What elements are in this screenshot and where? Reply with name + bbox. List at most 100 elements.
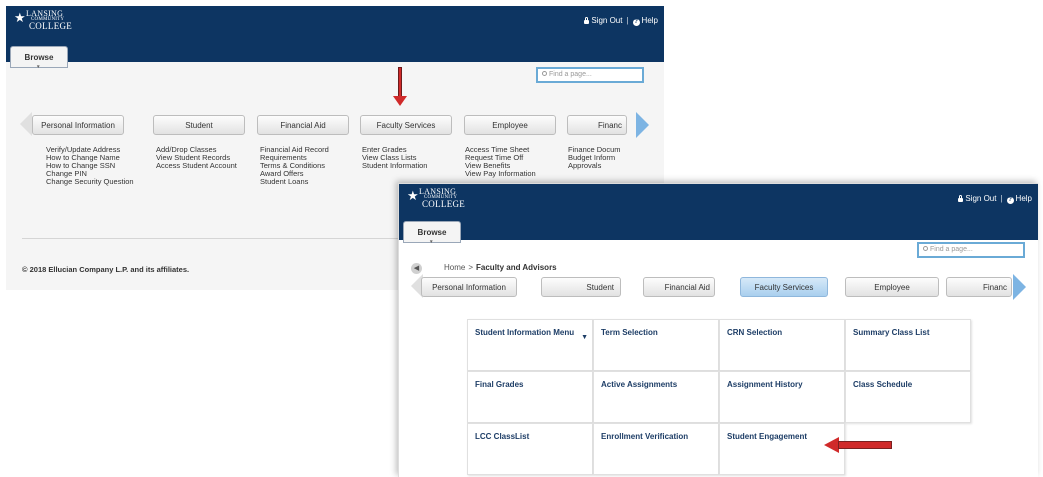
breadcrumb-current: Faculty and Advisors	[476, 263, 557, 272]
annotation-left-arrow-icon	[824, 437, 894, 453]
tab-label: Personal Information	[432, 283, 506, 292]
dropdown-caret-icon: ▼	[581, 334, 588, 341]
personal-information-links: Verify/Update Address How to Change Name…	[46, 146, 146, 186]
menu-item-label: Enrollment Verification	[601, 432, 689, 441]
link-view-class-lists[interactable]: View Class Lists	[362, 154, 462, 162]
search-icon	[923, 246, 928, 251]
tab-label: Faculty Services	[754, 283, 814, 292]
link-financial-aid-record[interactable]: Financial Aid Record	[260, 146, 360, 154]
tab-personal-information[interactable]: Personal Information	[32, 115, 124, 135]
copyright-text: © 2018 Ellucian Company L.P. and its aff…	[22, 265, 190, 274]
scroll-left-arrow-icon[interactable]	[20, 112, 32, 136]
tab-label: Employee	[492, 121, 528, 130]
menu-term-selection[interactable]: Term Selection	[593, 319, 719, 371]
employee-links: Access Time Sheet Request Time Off View …	[465, 146, 565, 178]
tab-personal-information[interactable]: Personal Information	[421, 277, 517, 297]
search-icon	[542, 71, 547, 76]
link-add-drop-classes[interactable]: Add/Drop Classes	[156, 146, 256, 154]
menu-active-assignments[interactable]: Active Assignments	[593, 371, 719, 423]
breadcrumb-home[interactable]: Home	[444, 263, 465, 272]
header-separator: |	[626, 16, 629, 26]
tab-financial-aid[interactable]: Financial Aid	[257, 115, 349, 135]
link-student-loans[interactable]: Student Loans	[260, 178, 360, 186]
tab-label: Financ	[982, 283, 1007, 292]
logo-line3: COLLEGE	[29, 21, 73, 31]
faculty-services-screenshot: ★ LANSING COMMUNITY COLLEGE Sign Out | ?…	[398, 183, 1038, 477]
find-page-input[interactable]: Find a page...	[917, 242, 1025, 258]
link-award-offers[interactable]: Award Offers	[260, 170, 360, 178]
help-label: Help	[641, 16, 658, 25]
scroll-right-arrow-icon[interactable]	[1013, 274, 1026, 300]
help-label: Help	[1015, 194, 1032, 203]
menu-final-grades[interactable]: Final Grades	[467, 371, 593, 423]
menu-item-label: LCC ClassList	[475, 432, 530, 441]
find-page-placeholder: Find a page...	[549, 71, 592, 78]
tab-label: Personal Information	[41, 121, 115, 130]
arrow-head	[393, 96, 407, 106]
browse-tab-label: Browse	[24, 53, 54, 62]
link-change-security-question[interactable]: Change Security Question	[46, 178, 146, 186]
menu-student-information-menu[interactable]: Student Information Menu ▼	[467, 319, 593, 371]
sign-out-link[interactable]: Sign Out	[958, 194, 996, 203]
tab-student[interactable]: Student	[153, 115, 245, 135]
header-links: Sign Out | ? Help	[584, 16, 658, 26]
financial-aid-links: Financial Aid Record Requirements Terms …	[260, 146, 360, 186]
find-page-input[interactable]: Find a page...	[536, 67, 644, 83]
tab-finance[interactable]: Financ	[567, 115, 627, 135]
back-arrow-icon[interactable]: ◀	[411, 263, 422, 274]
link-access-student-account[interactable]: Access Student Account	[156, 162, 256, 170]
tab-faculty-services[interactable]: Faculty Services	[360, 115, 452, 135]
finance-links: Finance Docum Budget Inform Approvals	[568, 146, 626, 170]
menu-enrollment-verification[interactable]: Enrollment Verification	[593, 423, 719, 475]
link-terms-conditions[interactable]: Terms & Conditions	[260, 162, 360, 170]
menu-summary-class-list[interactable]: Summary Class List	[845, 319, 971, 371]
tab-employee[interactable]: Employee	[845, 277, 939, 297]
star-icon: ★	[407, 188, 419, 203]
help-link[interactable]: ? Help	[632, 16, 658, 26]
menu-item-label: Summary Class List	[853, 328, 930, 337]
annotation-down-arrow-icon	[393, 67, 407, 107]
menu-item-label: Assignment History	[727, 380, 803, 389]
link-view-pay-information[interactable]: View Pay Information	[465, 170, 565, 178]
link-change-name[interactable]: How to Change Name	[46, 154, 146, 162]
link-student-information[interactable]: Student Information	[362, 162, 462, 170]
sign-out-link[interactable]: Sign Out	[584, 16, 622, 25]
tab-employee[interactable]: Employee	[464, 115, 556, 135]
link-view-benefits[interactable]: View Benefits	[465, 162, 565, 170]
link-request-time-off[interactable]: Request Time Off	[465, 154, 565, 162]
menu-crn-selection[interactable]: CRN Selection	[719, 319, 845, 371]
sign-out-label: Sign Out	[965, 194, 997, 204]
menu-lcc-classlist[interactable]: LCC ClassList	[467, 423, 593, 475]
tab-faculty-services[interactable]: Faculty Services	[740, 277, 828, 297]
link-enter-grades[interactable]: Enter Grades	[362, 146, 462, 154]
browse-tab[interactable]: Browse ▾	[10, 46, 68, 70]
link-budget-information[interactable]: Budget Inform	[568, 154, 626, 162]
tab-label: Financial Aid	[280, 121, 326, 130]
header-bar: ★ LANSING COMMUNITY COLLEGE Sign Out | ?…	[6, 6, 664, 62]
menu-item-label: Active Assignments	[601, 380, 678, 389]
link-change-pin[interactable]: Change PIN	[46, 170, 146, 178]
help-link[interactable]: ? Help	[1006, 194, 1032, 204]
menu-item-label: CRN Selection	[727, 328, 783, 337]
menu-item-label: Student Information Menu	[475, 328, 575, 337]
link-access-time-sheet[interactable]: Access Time Sheet	[465, 146, 565, 154]
breadcrumb: Home > Faculty and Advisors	[444, 263, 557, 272]
star-icon: ★	[14, 10, 26, 25]
tab-financial-aid[interactable]: Financial Aid	[643, 277, 715, 297]
link-change-ssn[interactable]: How to Change SSN	[46, 162, 146, 170]
menu-item-label: Student Engagement	[727, 432, 808, 441]
link-finance-documents[interactable]: Finance Docum	[568, 146, 626, 154]
header-bar: ★ LANSING COMMUNITY COLLEGE Sign Out | ?…	[399, 184, 1038, 240]
tab-student[interactable]: Student	[541, 277, 621, 297]
browse-tab[interactable]: Browse ▾	[403, 221, 461, 245]
menu-item-label: Class Schedule	[853, 380, 913, 389]
scroll-right-arrow-icon[interactable]	[636, 112, 649, 138]
tab-finance[interactable]: Financ	[946, 277, 1012, 297]
link-approvals[interactable]: Approvals	[568, 162, 626, 170]
link-view-student-records[interactable]: View Student Records	[156, 154, 256, 162]
menu-assignment-history[interactable]: Assignment History	[719, 371, 845, 423]
menu-class-schedule[interactable]: Class Schedule	[845, 371, 971, 423]
link-verify-update-address[interactable]: Verify/Update Address	[46, 146, 146, 154]
tab-label: Student	[586, 283, 614, 292]
link-requirements[interactable]: Requirements	[260, 154, 360, 162]
